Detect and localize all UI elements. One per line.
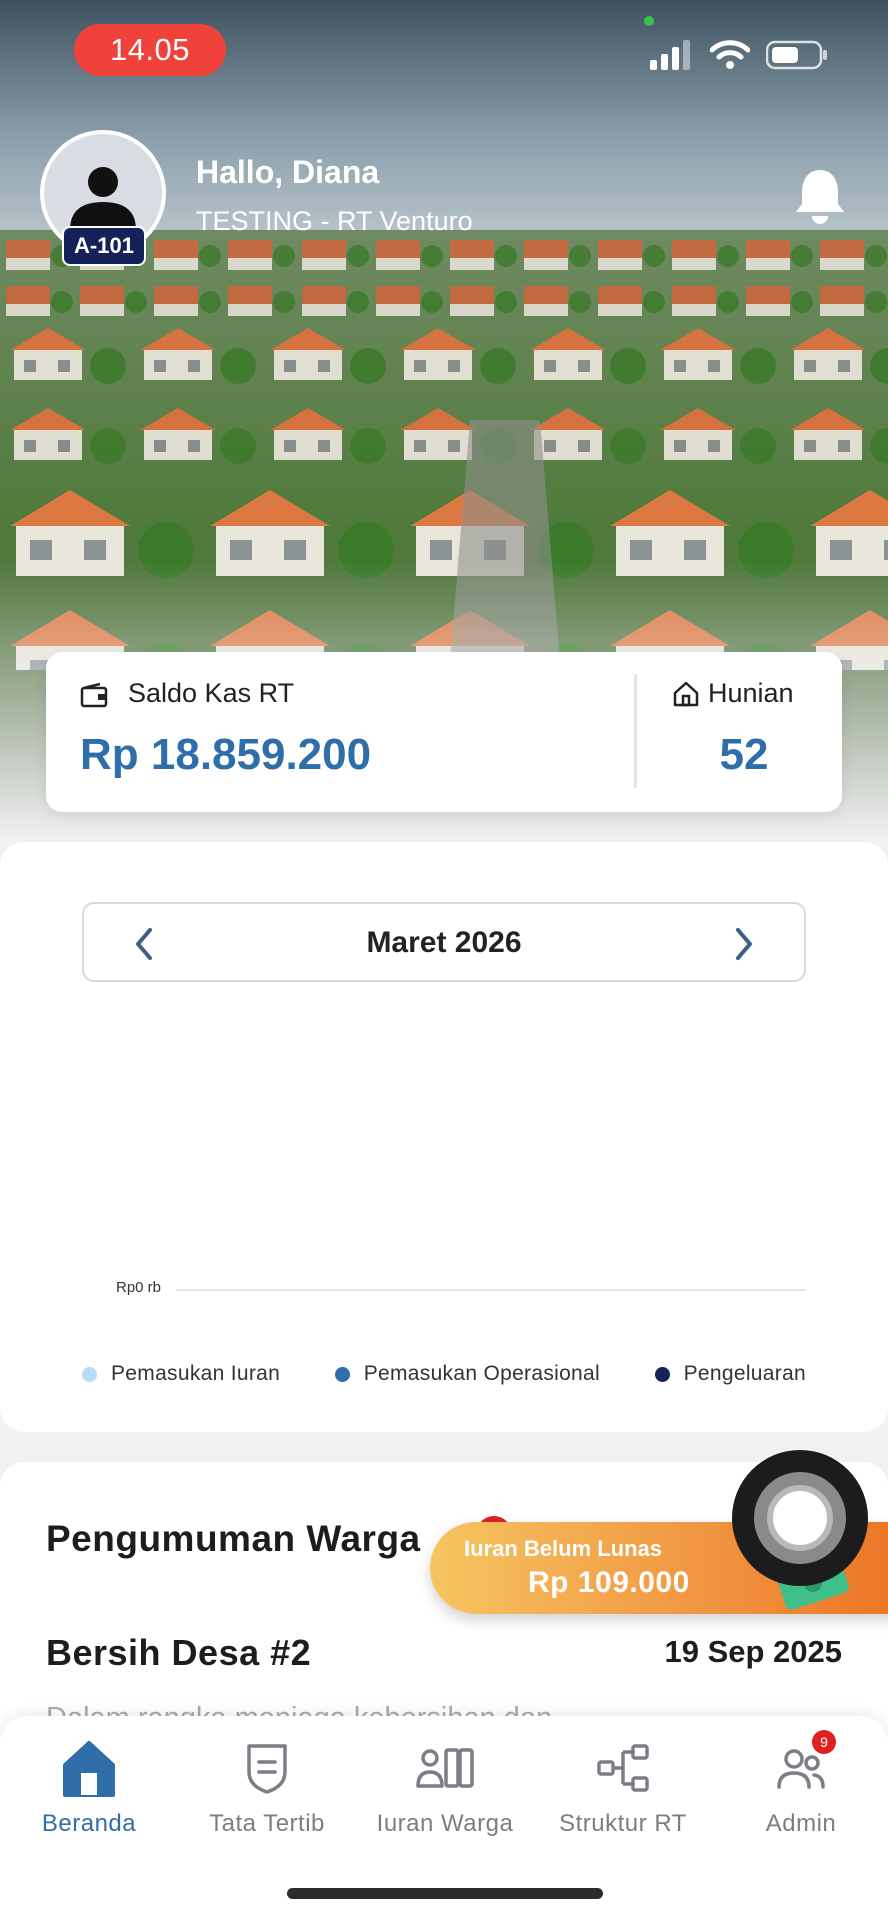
legend-swatch	[654, 1366, 670, 1382]
legend-item-pengeluaran[interactable]: Pengeluaran	[654, 1362, 806, 1386]
nav-label: Tata Tertib	[209, 1810, 325, 1837]
assistive-touch-button[interactable]	[732, 1450, 868, 1586]
announcements-title: Pengumuman Warga	[46, 1518, 421, 1559]
hunian-value: 52	[719, 730, 769, 779]
nav-item-iuran-warga[interactable]: Iuran Warga	[356, 1736, 534, 1856]
legend-label: Pemasukan Iuran	[111, 1362, 281, 1385]
month-selector: Maret 2026	[82, 902, 806, 982]
camera-indicator-dot	[644, 16, 654, 26]
legend-item-pemasukan-iuran[interactable]: Pemasukan Iuran	[82, 1362, 280, 1386]
saldo-label: Saldo Kas RT	[128, 678, 295, 708]
house-icon	[673, 681, 699, 707]
nav-label: Iuran Warga	[376, 1810, 514, 1837]
dues-amount: Rp 109.000	[528, 1566, 690, 1599]
home-icon	[61, 1736, 117, 1800]
summary-card: Saldo Kas RT Rp 18.859.200 Hunian 52	[46, 652, 842, 812]
battery-icon	[766, 40, 827, 70]
home-screen: 14.05 A-101 Hallo, Diana TESTING - RT Ve…	[0, 0, 888, 1920]
admin-notification-badge: 9	[812, 1730, 836, 1754]
nav-item-tata-tertib[interactable]: Tata Tertib	[178, 1736, 356, 1856]
nav-label: Admin	[765, 1810, 837, 1837]
admin-users-icon: 9	[776, 1730, 836, 1800]
legend-item-pemasukan-operasional[interactable]: Pemasukan Operasional	[334, 1362, 600, 1386]
assistive-touch-core	[767, 1485, 833, 1551]
announcement-title: Bersih Desa #2	[46, 1632, 312, 1673]
notification-button[interactable]	[792, 166, 848, 229]
nav-item-admin[interactable]: 9 Admin	[712, 1730, 888, 1856]
finance-chart-card: Maret 2026 Rp0 rb Pemasukan Iuran Pemasu…	[0, 842, 888, 1432]
bell-icon	[796, 170, 844, 224]
saldo-value: Rp 18.859.200	[80, 730, 372, 779]
nav-item-beranda[interactable]: Beranda	[0, 1736, 178, 1856]
chevron-right-icon	[736, 928, 752, 960]
nav-label: Struktur RT	[559, 1810, 687, 1837]
wallet-icon	[80, 682, 108, 708]
month-label: Maret 2026	[366, 926, 522, 959]
dues-payment-icon	[416, 1736, 474, 1800]
legend-label: Pemasukan Operasional	[363, 1362, 600, 1385]
status-time: 14.05	[74, 24, 226, 76]
dues-label: Iuran Belum Lunas	[464, 1536, 663, 1561]
nav-label: Beranda	[41, 1810, 137, 1837]
cellular-signal-icon	[650, 40, 690, 70]
status-icons	[650, 40, 828, 70]
announcement-date: 19 Sep 2025	[664, 1634, 842, 1669]
greeting-text: Hallo, Diana	[196, 154, 380, 190]
hunian-label: Hunian	[708, 678, 794, 708]
nav-item-struktur-rt[interactable]: Struktur RT	[534, 1736, 712, 1856]
legend-label: Pengeluaran	[683, 1362, 806, 1385]
org-structure-icon	[595, 1736, 651, 1800]
legend-swatch	[82, 1366, 97, 1382]
home-indicator[interactable]	[287, 1888, 603, 1899]
assistive-touch-ring	[754, 1472, 846, 1564]
rules-shield-icon	[243, 1736, 291, 1800]
y-axis-tick-label: Rp0 rb	[116, 1279, 162, 1296]
next-month-button[interactable]	[724, 924, 764, 964]
legend-swatch	[334, 1366, 350, 1382]
organization-name: TESTING - RT Venturo	[196, 206, 473, 236]
chart-baseline	[176, 1289, 806, 1291]
card-divider	[634, 674, 637, 788]
unit-badge: A-101	[62, 226, 146, 266]
wifi-icon	[710, 40, 750, 69]
chart-legend: Pemasukan Iuran Pemasukan Operasional Pe…	[82, 1362, 806, 1386]
